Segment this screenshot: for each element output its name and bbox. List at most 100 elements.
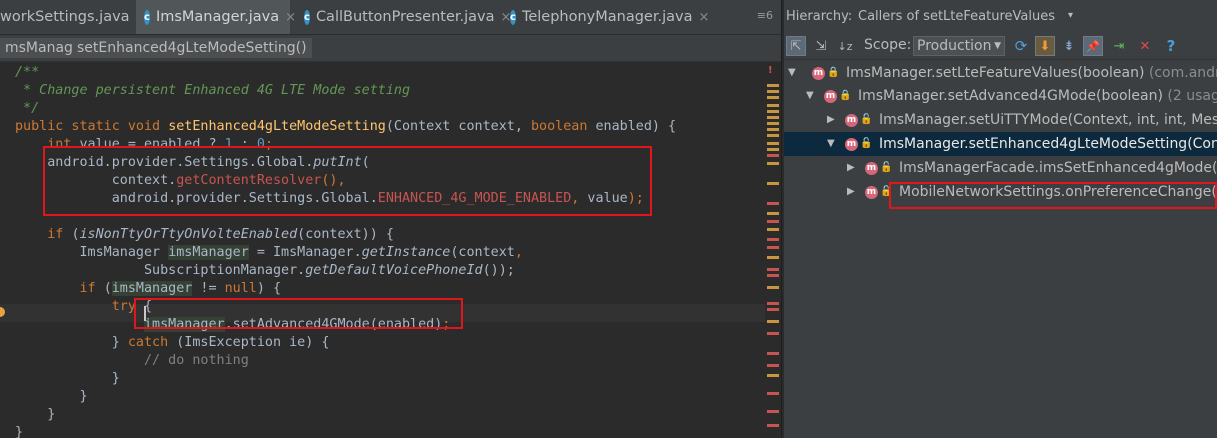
hierarchy-header: Hierarchy: Callers of setLteFeatureValue… (784, 0, 1217, 32)
stripe-marker[interactable] (767, 392, 779, 395)
stripe-marker[interactable] (767, 84, 779, 87)
expand-toggle-icon[interactable]: ▼ (788, 61, 796, 85)
stripe-marker[interactable] (767, 320, 779, 323)
caller-hierarchy-icon[interactable]: ⇱ (786, 36, 806, 56)
code-token: imsManager (168, 245, 249, 260)
stripe-marker[interactable] (767, 286, 779, 289)
tab-label: TelephonyManager.java (521, 9, 693, 25)
expand-toggle-icon[interactable]: ▶ (847, 180, 855, 204)
tree-node[interactable]: ▶ m 🔓 ImsManagerFacade.imsSetEnhanced4gM… (784, 156, 1217, 180)
error-indicator-icon[interactable]: ! (768, 65, 773, 76)
expand-toggle-icon[interactable]: ▶ (847, 156, 855, 180)
callee-hierarchy-icon[interactable]: ⇲ (811, 36, 831, 56)
tab-label: CallButtonPresenter.java (315, 9, 495, 25)
stripe-marker[interactable] (767, 220, 779, 223)
stripe-marker[interactable] (767, 142, 779, 145)
annotation-box-putint (43, 146, 652, 216)
stripe-marker[interactable] (767, 104, 779, 107)
close-tab-icon[interactable]: × (698, 10, 709, 25)
autoscroll-to-source-icon[interactable]: ⬇ (1035, 36, 1055, 56)
tree-node-label: ImsManager.setAdvanced4GMode(boolean) (2… (858, 84, 1217, 108)
editor-tab-bar: workSettings.java × c ImsManager.java × … (0, 0, 781, 35)
stripe-marker[interactable] (767, 256, 779, 259)
tree-node[interactable]: ▼ m 🔒 ImsManager.setLteFeatureValues(boo… (784, 61, 1217, 85)
refresh-icon[interactable]: ⟳ (1011, 36, 1031, 56)
method-name: ImsManager.setEnhanced4gLteModeSetting(C… (879, 136, 1217, 152)
stripe-marker[interactable] (767, 302, 779, 305)
error-stripe[interactable]: ! (765, 62, 781, 438)
hierarchy-tree[interactable]: ▼ m 🔒 ImsManager.setLteFeatureValues(boo… (784, 60, 1217, 438)
tab-mobile-network-settings[interactable]: workSettings.java × (0, 0, 146, 34)
expand-toggle-icon[interactable]: ▼ (806, 84, 814, 108)
code-token: isNonTtyOrTtyOnVolteEnabled (79, 227, 298, 242)
java-class-icon: c (510, 9, 516, 25)
tab-call-button-presenter[interactable]: c CallButtonPresenter.java × (296, 0, 511, 34)
stripe-marker[interactable] (767, 364, 779, 367)
breadcrumb-method[interactable]: setEnhanced4gLteModeSetting() (72, 38, 312, 58)
stripe-marker[interactable] (767, 182, 779, 185)
stripe-marker[interactable] (767, 228, 779, 231)
stripe-marker[interactable] (767, 374, 779, 377)
code-token: } (15, 371, 120, 386)
close-icon[interactable]: ✕ (1135, 36, 1155, 56)
expand-all-icon[interactable]: ⇟ (1059, 36, 1079, 56)
stripe-marker[interactable] (767, 122, 779, 125)
code-token: != (192, 281, 225, 296)
hierarchy-dropdown-icon[interactable]: ▾ (1068, 10, 1073, 21)
code-token: public static void (15, 119, 169, 134)
stripe-marker[interactable] (767, 96, 779, 99)
stripe-marker[interactable] (767, 274, 779, 277)
code-line: if (isNonTtyOrTtyOnVolteEnabled(context)… (15, 226, 394, 244)
stripe-marker[interactable] (767, 410, 779, 413)
tree-node[interactable]: ▼ m 🔒 ImsManager.setAdvanced4GMode(boole… (784, 84, 1217, 108)
stripe-marker[interactable] (767, 212, 779, 215)
expand-toggle-icon[interactable]: ▶ (827, 108, 835, 132)
code-token: SubscriptionManager. (15, 263, 306, 278)
code-token: ()); (482, 263, 515, 278)
tree-node-selected[interactable]: ▼ m 🔓 ImsManager.setEnhanced4gLteModeSet… (784, 132, 1217, 156)
stripe-marker[interactable] (767, 154, 779, 157)
call-hierarchy-panel: Hierarchy: Callers of setLteFeatureValue… (784, 0, 1217, 438)
help-icon[interactable]: ? (1161, 36, 1181, 56)
code-line: /** (15, 64, 39, 82)
close-tab-icon[interactable]: × (285, 10, 296, 25)
stripe-marker[interactable] (767, 110, 779, 113)
hierarchy-title[interactable]: Callers of setLteFeatureValues (858, 9, 1055, 24)
method-icon: m (812, 67, 825, 80)
code-token: } (15, 335, 128, 350)
method-icon: m (865, 162, 878, 175)
stripe-marker[interactable] (767, 202, 779, 205)
stripe-marker[interactable] (767, 148, 779, 151)
code-line: } (15, 388, 88, 406)
code-token: null (224, 281, 257, 296)
stripe-marker[interactable] (767, 134, 779, 137)
stripe-marker[interactable] (767, 128, 779, 131)
stripe-marker[interactable] (767, 162, 779, 165)
stripe-marker[interactable] (767, 90, 779, 93)
sort-alpha-icon[interactable]: ↓z (835, 36, 855, 56)
code-editor[interactable]: workSettings.java × c ImsManager.java × … (0, 0, 781, 438)
stripe-marker[interactable] (767, 238, 779, 241)
stripe-marker[interactable] (767, 332, 779, 335)
stripe-marker[interactable] (767, 352, 779, 355)
export-icon[interactable]: ⇥ (1109, 36, 1129, 56)
stripe-marker[interactable] (767, 308, 779, 311)
tab-telephony-manager[interactable]: c TelephonyManager.java × (502, 0, 709, 34)
code-token: (Context context, (385, 119, 531, 134)
tab-overflow-icon[interactable]: ≡6 (757, 9, 773, 22)
stripe-marker[interactable] (767, 246, 779, 249)
tree-node[interactable]: ▶ m 🔓 ImsManager.setUiTTYMode(Context, i… (784, 108, 1217, 132)
code-token: } (15, 389, 88, 404)
code-token: (context)) { (297, 227, 394, 242)
code-token: getInstance (361, 245, 451, 260)
stripe-marker[interactable] (767, 424, 779, 427)
expand-toggle-icon[interactable]: ▼ (827, 132, 835, 156)
tab-ims-manager[interactable]: c ImsManager.java × (136, 0, 296, 34)
tab-label: workSettings.java (0, 9, 130, 25)
stripe-marker[interactable] (767, 116, 779, 119)
code-area[interactable]: /** * Change persistent Enhanced 4G LTE … (0, 62, 765, 438)
pin-icon[interactable]: 📌 (1083, 36, 1103, 56)
stripe-marker[interactable] (767, 268, 779, 271)
scope-select[interactable]: Production ▼ (913, 36, 1005, 56)
